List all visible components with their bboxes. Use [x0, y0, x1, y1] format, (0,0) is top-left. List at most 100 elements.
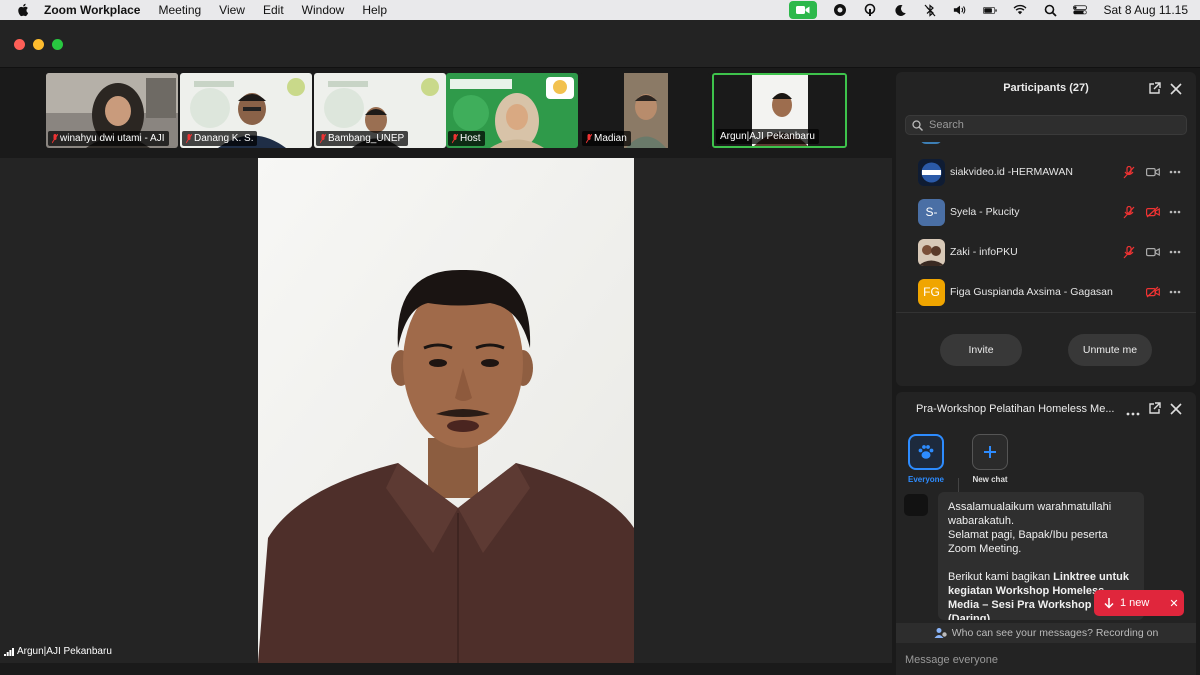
divider — [896, 312, 1196, 313]
participant-name-tag: Argun|AJI Pekanbaru — [716, 129, 819, 144]
more-options-icon[interactable] — [1168, 165, 1182, 179]
mic-muted-icon — [320, 133, 326, 143]
video-off-icon[interactable] — [1146, 285, 1160, 299]
focus-icon[interactable] — [833, 3, 847, 17]
participant-name: Danang K. S. — [194, 133, 254, 144]
participant-video-tile[interactable]: Madian — [580, 73, 710, 148]
hotspot-icon[interactable] — [863, 3, 877, 17]
zoom-camera-icon[interactable] — [789, 1, 818, 19]
participant-row[interactable]: siakvideo.id -HERMAWAN — [896, 152, 1196, 192]
participant-video-tile[interactable]: Host — [446, 73, 578, 148]
avatar: FG — [918, 278, 945, 306]
message-line: Assalamualaikum warahmatullahi wabarakat… — [948, 501, 1112, 527]
participant-name-tag: winahyu dwi utami - AJI — [48, 131, 169, 146]
dismiss-icon[interactable]: ✕ — [1169, 597, 1178, 610]
mic-muted-icon[interactable] — [1122, 245, 1136, 259]
participant-name: Bambang_UNEP — [328, 133, 405, 144]
participant-row[interactable]: S- Syela - Pkucity — [896, 192, 1196, 232]
new-message-count: 1 new — [1120, 597, 1150, 609]
participants-search[interactable] — [905, 115, 1187, 135]
participant-name-tag: Danang K. S. — [182, 131, 258, 146]
menu-view[interactable]: View — [219, 3, 245, 17]
unmute-me-button[interactable]: Unmute me — [1068, 334, 1152, 366]
active-speaker-stage: Argun|AJI Pekanbaru — [0, 158, 892, 663]
tab-everyone[interactable] — [908, 434, 944, 470]
participant-video-tile[interactable]: Bambang_UNEP — [314, 73, 446, 148]
search-icon[interactable] — [1043, 3, 1057, 17]
speaker-name-label: Argun|AJI Pekanbaru — [4, 646, 112, 657]
speaker-video-feed — [258, 158, 634, 663]
volume-icon[interactable] — [953, 3, 967, 17]
participant-row[interactable]: FG Figa Guspianda Axsima - Gagasan — [896, 272, 1196, 312]
arrow-down-icon — [1104, 597, 1114, 609]
bluetooth-off-icon[interactable] — [923, 3, 937, 17]
paw-icon — [918, 445, 934, 459]
window-titlebar — [0, 20, 1200, 68]
participant-name-tag: Bambang_UNEP — [316, 131, 409, 146]
menu-meeting[interactable]: Meeting — [158, 3, 201, 17]
search-icon — [912, 119, 923, 131]
message-line: Selamat pagi, Bapak/Ibu peserta Zoom Mee… — [948, 529, 1108, 555]
more-options-icon[interactable] — [1168, 245, 1182, 259]
fullscreen-window-button[interactable] — [52, 39, 63, 50]
participant-name: Madian — [594, 133, 627, 144]
participants-list: siakvideo.id -HERMAWAN S- Syela - Pkucit… — [896, 142, 1196, 316]
menu-app-name[interactable]: Zoom Workplace — [44, 3, 140, 17]
participant-name: siakvideo.id -HERMAWAN — [950, 166, 1073, 178]
new-chat-button[interactable] — [972, 434, 1008, 470]
more-options-icon[interactable] — [1168, 205, 1182, 219]
popout-icon[interactable] — [1148, 402, 1162, 416]
mic-muted-icon — [186, 133, 192, 143]
popout-icon[interactable] — [1148, 82, 1162, 96]
new-message-badge[interactable]: 1 new ✕ — [1094, 590, 1184, 616]
signal-strength-icon — [4, 647, 14, 656]
menubar-clock[interactable]: Sat 8 Aug 11.15 — [1103, 3, 1188, 17]
video-on-icon[interactable] — [1146, 165, 1160, 179]
chat-visibility-text: Who can see your messages? Recording on — [951, 627, 1159, 639]
message-line: Berikut kami bagikan — [948, 571, 1054, 583]
apple-icon[interactable] — [16, 3, 30, 17]
more-options-icon[interactable] — [1126, 403, 1140, 417]
chat-visibility-bar[interactable]: Who can see your messages? Recording on — [896, 623, 1196, 643]
participant-video-tile[interactable]: Danang K. S. — [180, 73, 312, 148]
minimize-window-button[interactable] — [33, 39, 44, 50]
participant-name-tag: Madian — [582, 131, 631, 146]
close-icon[interactable] — [1170, 82, 1184, 96]
message-input[interactable] — [896, 644, 1196, 675]
participant-name: winahyu dwi utami - AJI — [60, 133, 165, 144]
new-chat-label: New chat — [972, 475, 1008, 484]
menu-bar: Zoom Workplace Meeting View Edit Window … — [0, 0, 1200, 20]
wifi-icon[interactable] — [1013, 3, 1027, 17]
participant-name: Zaki - infoPKU — [950, 246, 1018, 258]
people-icon — [934, 628, 947, 638]
participants-panel: Participants (27) siakvideo.id -HERMAWAN — [896, 72, 1196, 386]
avatar — [918, 238, 945, 266]
participant-name: Figa Guspianda Axsima - Gagasan — [950, 286, 1113, 298]
avatar: S- — [918, 198, 945, 226]
video-on-icon[interactable] — [1146, 245, 1160, 259]
battery-icon[interactable] — [983, 3, 998, 17]
mic-muted-icon — [586, 133, 592, 143]
moon-icon[interactable] — [893, 3, 907, 17]
participant-row[interactable]: Zaki - infoPKU — [896, 232, 1196, 272]
menu-edit[interactable]: Edit — [263, 3, 284, 17]
gallery-strip: winahyu dwi utami - AJI Danang K. S. Bam… — [0, 68, 892, 154]
participant-name: Host — [460, 133, 481, 144]
active-speaker-video[interactable] — [258, 158, 634, 663]
more-options-icon[interactable] — [1168, 285, 1182, 299]
menu-window[interactable]: Window — [302, 3, 345, 17]
mic-muted-icon[interactable] — [1122, 165, 1136, 179]
menu-help[interactable]: Help — [362, 3, 387, 17]
invite-button[interactable]: Invite — [940, 334, 1022, 366]
participant-video-tile-active[interactable]: Argun|AJI Pekanbaru — [712, 73, 847, 148]
video-off-icon[interactable] — [1146, 205, 1160, 219]
control-center-icon[interactable] — [1073, 3, 1088, 17]
zoom-window: Zoom Workplace Meeting View Edit Window … — [0, 0, 1200, 675]
close-icon[interactable] — [1170, 402, 1184, 416]
avatar — [918, 158, 945, 186]
participant-video-tile[interactable]: winahyu dwi utami - AJI — [46, 73, 178, 148]
participants-search-input[interactable] — [929, 119, 1169, 131]
mic-muted-icon[interactable] — [1122, 205, 1136, 219]
participant-name: Argun|AJI Pekanbaru — [720, 131, 815, 142]
close-window-button[interactable] — [14, 39, 25, 50]
